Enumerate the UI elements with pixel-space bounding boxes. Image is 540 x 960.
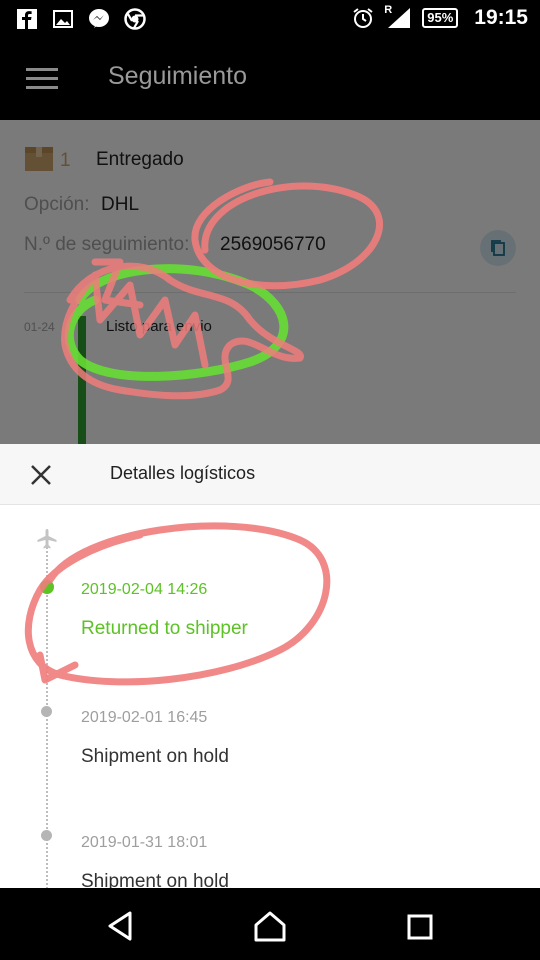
timeline-dot — [41, 706, 52, 717]
event-status: Shipment on hold — [81, 871, 229, 888]
home-button-icon[interactable] — [252, 908, 288, 944]
sheet-header: Detalles logísticos — [0, 444, 540, 505]
page-title: Seguimiento — [108, 62, 247, 90]
event-timestamp: 2019-02-04 14:26 — [81, 581, 208, 598]
chrome-icon — [124, 8, 146, 30]
event-status: Shipment on hold — [81, 746, 229, 767]
status-bar: R 95% 19:15 — [0, 0, 540, 38]
recents-button-icon[interactable] — [402, 908, 438, 944]
event-timestamp: 2019-02-01 16:45 — [81, 709, 208, 726]
hamburger-menu-icon[interactable] — [26, 68, 58, 90]
logistics-details-sheet: Detalles logísticos 2019-02-04 14:26 Ret… — [0, 444, 540, 888]
timeline-dot-active — [40, 580, 54, 594]
navigation-bar — [0, 888, 540, 960]
modal-overlay[interactable] — [0, 120, 540, 444]
sheet-title: Detalles logísticos — [110, 463, 256, 483]
alarm-icon — [353, 8, 373, 28]
notification-icons — [16, 8, 146, 30]
battery-indicator: 95% — [422, 8, 459, 28]
app-bar: Seguimiento — [0, 38, 540, 120]
airplane-icon — [37, 529, 57, 549]
event-timestamp: 2019-01-31 18:01 — [81, 834, 208, 851]
event-status: Returned to shipper — [81, 618, 248, 639]
timeline-dot — [41, 830, 52, 841]
system-icons: R 95% 19:15 — [352, 4, 528, 30]
messenger-icon — [89, 9, 109, 28]
facebook-icon — [17, 9, 37, 29]
clock: 19:15 — [474, 6, 528, 29]
roaming-indicator: R — [384, 4, 393, 16]
close-icon[interactable] — [28, 462, 54, 488]
back-button-icon[interactable] — [102, 908, 138, 944]
signal-icon: R — [384, 4, 412, 30]
image-icon — [53, 10, 73, 28]
